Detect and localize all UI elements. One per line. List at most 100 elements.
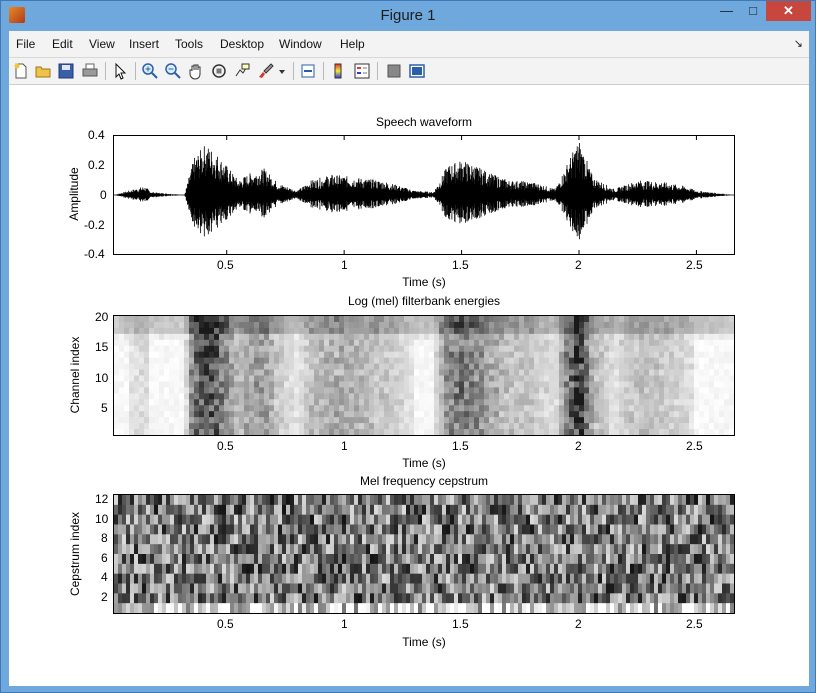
colorbar-icon[interactable] [329,62,347,80]
hide-plot-tools-icon[interactable] [385,62,403,80]
heatmap-cell [426,603,431,613]
maximize-button[interactable]: □ [740,1,766,21]
heatmap-cell [139,321,145,329]
heatmap-cell [634,387,640,394]
heatmap-cell [259,339,265,347]
menu-file[interactable]: File [16,37,35,51]
heatmap-cell [134,357,140,364]
heatmap-cell [262,583,267,594]
heatmap-cell [629,429,635,435]
pan-hand-icon[interactable] [187,62,205,80]
menu-insert[interactable]: Insert [129,37,159,51]
heatmap-cell [178,495,183,506]
brush-icon[interactable] [257,62,275,80]
heatmap-cell [249,333,255,341]
plot1-axes[interactable] [113,135,735,255]
figure-canvas[interactable]: Speech waveform Amplitude 0.4 0.2 0 -0.2… [9,85,809,686]
heatmap-cell [419,327,425,335]
menu-edit[interactable]: Edit [52,37,73,51]
heatmap-cell [390,544,395,555]
show-plot-tools-icon[interactable] [408,62,426,80]
dropdown-arrow-icon[interactable] [277,62,287,80]
heatmap-cell [164,363,170,370]
save-icon[interactable] [57,62,75,80]
heatmap-cell [129,423,135,430]
heatmap-cell [389,369,395,376]
heatmap-cell [174,544,179,555]
heatmap-cell [154,573,159,584]
print-icon[interactable] [81,62,99,80]
heatmap-cell [279,363,285,370]
close-button[interactable]: ✕ [766,1,811,21]
menu-tools[interactable]: Tools [175,37,203,51]
heatmap-cell [394,563,399,574]
heatmap-cell [379,369,385,376]
heatmap-cell [159,411,165,418]
minimize-button[interactable]: — [713,1,740,21]
heatmap-cell [564,417,570,424]
heatmap-cell [566,534,571,545]
heatmap-cell [494,327,500,335]
menu-window[interactable]: Window [279,37,322,51]
heatmap-cell [324,321,330,329]
heatmap-cell [564,375,570,382]
legend-icon[interactable] [353,62,371,80]
heatmap-cell [239,327,245,335]
heatmap-cell [219,375,225,382]
heatmap-cell [179,321,185,329]
plot2-axes[interactable] [113,315,735,436]
heatmap-cell [718,504,723,515]
heatmap-cell [164,429,170,435]
heatmap-cell [358,593,363,604]
menu-view[interactable]: View [89,37,115,51]
heatmap-cell [509,316,515,323]
new-figure-icon[interactable] [12,62,30,80]
heatmap-cell [510,554,515,565]
heatmap-cell [570,534,575,545]
heatmap-cell [564,357,570,364]
heatmap-cell [486,573,491,584]
heatmap-cell [664,411,670,418]
heatmap-cell [698,534,703,545]
pointer-icon[interactable] [111,62,129,80]
heatmap-cell [294,417,300,424]
heatmap-cell [619,423,625,430]
heatmap-cell [564,321,570,329]
data-cursor-icon[interactable] [233,62,251,80]
heatmap-cell [458,544,463,555]
rotate-3d-icon[interactable] [210,62,228,80]
heatmap-cell [634,534,639,545]
title-bar[interactable]: Figure 1 — □ ✕ [1,1,815,31]
heatmap-cell [704,399,710,406]
heatmap-cell [410,563,415,574]
heatmap-cell [362,514,367,525]
heatmap-cell [314,495,319,506]
heatmap-cell [294,411,300,418]
heatmap-cell [679,333,685,341]
link-plot-icon[interactable] [299,62,317,80]
dock-arrow-icon[interactable]: ↘ [794,37,803,50]
heatmap-cell [614,495,619,506]
heatmap-cell [382,603,387,613]
heatmap-cell [402,504,407,515]
heatmap-cell [554,593,559,604]
heatmap-cell [384,393,390,400]
menu-desktop[interactable]: Desktop [220,37,264,51]
heatmap-cell [539,429,545,435]
heatmap-cell [709,417,715,424]
open-file-icon[interactable] [34,62,52,80]
heatmap-cell [674,593,679,604]
zoom-out-icon[interactable] [164,62,182,80]
plot3-axes[interactable] [113,494,735,614]
heatmap-cell [309,429,315,435]
plot3-xtick: 1.5 [452,617,469,631]
heatmap-cell [282,583,287,594]
heatmap-cell [329,405,335,412]
heatmap-cell [178,534,183,545]
heatmap-cell [498,495,503,506]
heatmap-cell [654,387,660,394]
zoom-in-icon[interactable] [141,62,159,80]
heatmap-cell [378,524,383,535]
menu-help[interactable]: Help [340,37,365,51]
heatmap-cell [342,573,347,584]
